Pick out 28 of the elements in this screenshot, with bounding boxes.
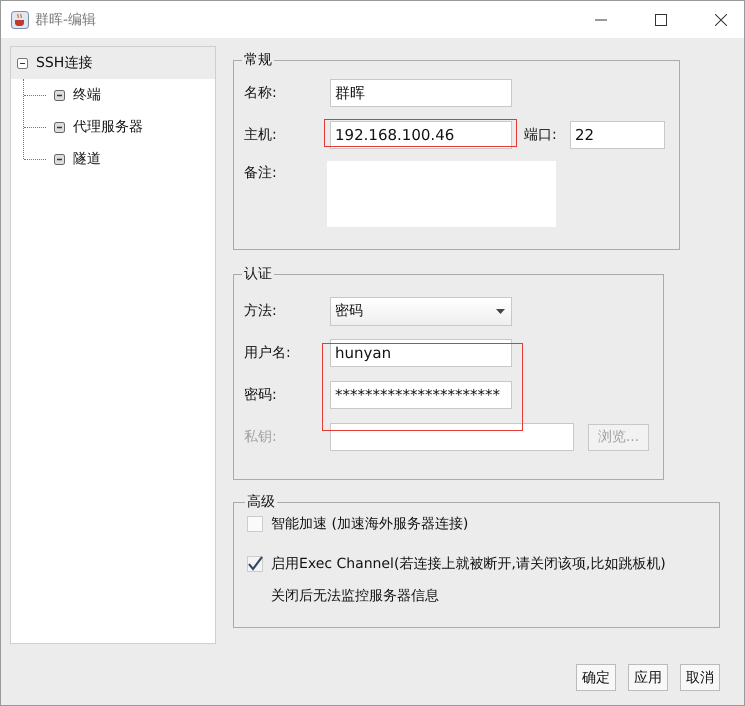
field-label: 备注: xyxy=(244,164,278,182)
port-field[interactable]: 22 xyxy=(570,121,665,149)
field-label: 用户名: xyxy=(244,344,292,362)
group-title: 认证 xyxy=(243,265,273,283)
checkbox-label: 启用Exec Channel(若连接上就被断开,请关闭该项,比如跳板机) xyxy=(271,555,666,573)
checkbox-label: 智能加速 (加速海外服务器连接) xyxy=(271,515,468,533)
window-title: 群晖-编辑 xyxy=(35,10,96,28)
tree-item[interactable]: SSH连接 xyxy=(11,47,215,79)
name-field[interactable]: 群晖 xyxy=(330,79,512,107)
group-title: 常规 xyxy=(243,51,273,69)
field-label: 端口: xyxy=(524,126,558,144)
tree-item[interactable]: 隧道 xyxy=(24,143,215,175)
field-label: 主机: xyxy=(244,126,278,144)
host-field[interactable]: 192.168.100.46 xyxy=(330,121,512,149)
field-label: 方法: xyxy=(244,302,278,320)
password-field[interactable]: ********************** xyxy=(330,381,512,409)
group-title: 高级 xyxy=(246,493,276,511)
field-label: 私钥: xyxy=(244,428,278,446)
tree-item[interactable]: 代理服务器 xyxy=(24,111,215,143)
field-label: 名称: xyxy=(244,84,278,102)
dialog-button[interactable]: 取消 xyxy=(680,664,720,691)
option-note: 关闭后无法监控服务器信息 xyxy=(271,587,440,605)
dialog-button[interactable]: 确定 xyxy=(576,664,616,691)
tree-item[interactable]: 终端 xyxy=(24,79,215,111)
method-dropdown[interactable]: 密码 xyxy=(330,296,512,326)
username-field[interactable]: hunyan xyxy=(330,339,512,367)
dialog-button[interactable]: 应用 xyxy=(628,664,668,691)
field-label: 密码: xyxy=(244,386,278,404)
